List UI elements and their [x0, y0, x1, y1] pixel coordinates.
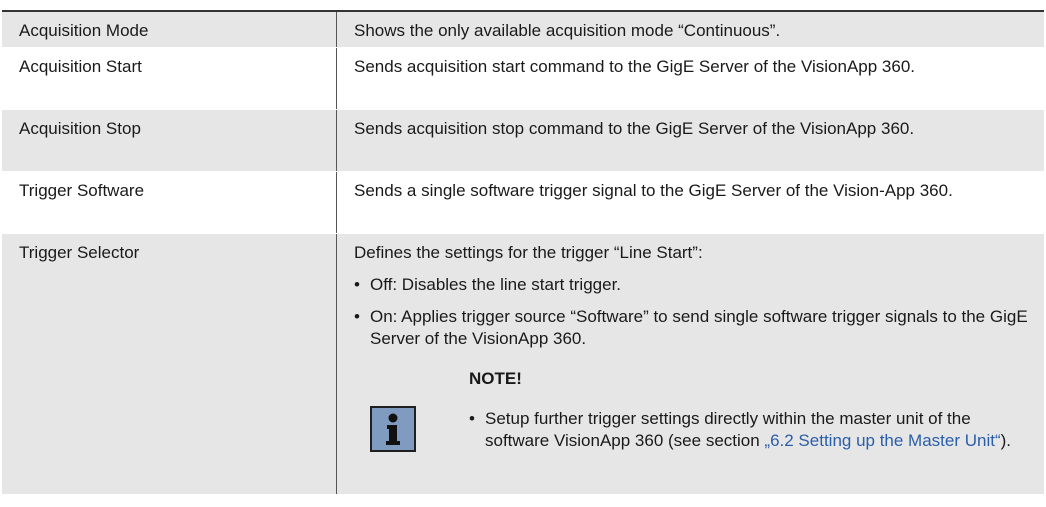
parameter-name: Trigger Selector	[2, 234, 337, 494]
parameter-description: Sends acquisition stop command to the Gi…	[337, 110, 1044, 171]
parameter-description: Sends a single software trigger signal t…	[354, 181, 953, 200]
list-item: • Off: Disables the line start trigger.	[354, 274, 1028, 296]
list-item-text: On: Applies trigger source “Software” to…	[370, 307, 1028, 348]
info-icon	[370, 406, 416, 452]
note-title: NOTE!	[469, 369, 522, 388]
note-text-end: ).	[1000, 431, 1012, 450]
table-row: Acquisition Start Sends acquisition star…	[2, 48, 1044, 110]
parameter-description: Sends acquisition start command to the G…	[354, 57, 915, 76]
parameter-name: Trigger Software	[2, 172, 337, 233]
parameter-name: Acquisition Start	[2, 48, 337, 109]
section-link[interactable]: „6.2 Setting up the Master Unit“	[764, 431, 1000, 450]
description-intro: Defines the settings for the trigger “Li…	[354, 243, 703, 262]
bullet-dot: •	[354, 275, 360, 294]
parameter-description: Shows the only available acquisition mod…	[337, 12, 1044, 47]
parameter-description: Defines the settings for the trigger “Li…	[337, 234, 1044, 494]
note-list-item: • Setup further trigger settings directl…	[469, 408, 1035, 452]
list-item: • On: Applies trigger source “Software” …	[354, 306, 1028, 350]
table-row: Acquisition Stop Sends acquisition stop …	[2, 110, 1044, 172]
table-row: Acquisition Mode Shows the only availabl…	[2, 12, 1044, 48]
parameter-name: Acquisition Mode	[2, 12, 337, 47]
table-row: Trigger Software Sends a single software…	[2, 172, 1044, 234]
list-item-text: Off: Disables the line start trigger.	[370, 275, 622, 294]
bullet-dot: •	[354, 307, 360, 326]
note-box: NOTE! • Setup further trigger settings d…	[354, 368, 1028, 488]
parameter-table: Acquisition Mode Shows the only availabl…	[2, 10, 1044, 495]
bullet-dot: •	[469, 409, 475, 428]
parameter-name: Acquisition Stop	[2, 110, 337, 171]
table-row: Trigger Selector Defines the settings fo…	[2, 234, 1044, 495]
